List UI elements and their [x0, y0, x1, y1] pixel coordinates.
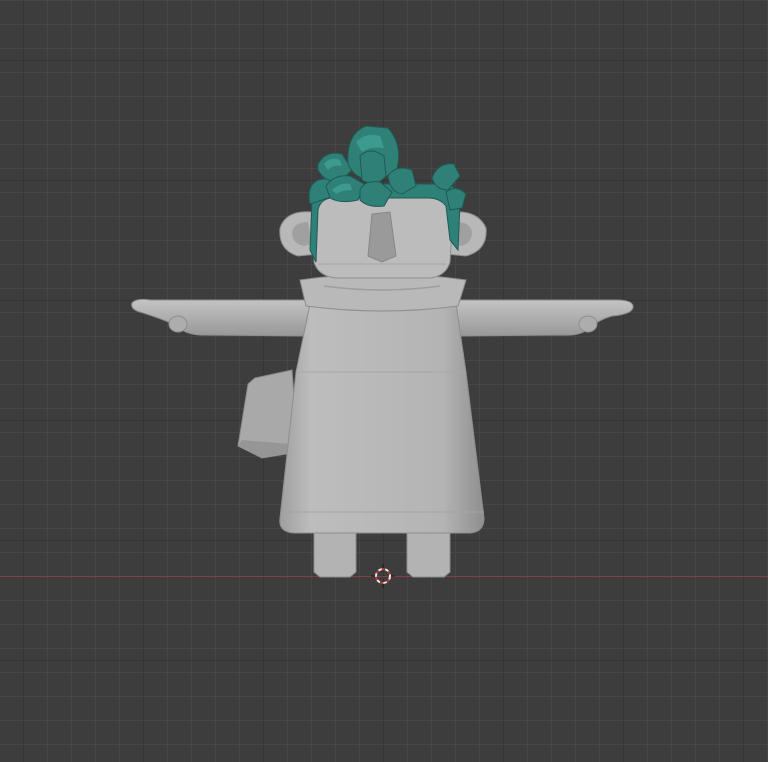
robe: [279, 303, 485, 534]
3d-cursor-icon[interactable]: [371, 564, 395, 588]
3d-viewport[interactable]: [0, 0, 768, 762]
collar: [299, 273, 467, 312]
character-model[interactable]: [0, 0, 768, 762]
